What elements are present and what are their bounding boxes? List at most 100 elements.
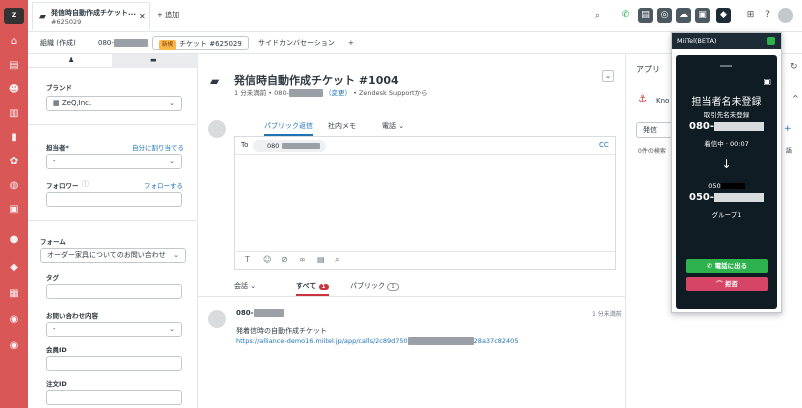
app-icon[interactable]: ▦ bbox=[8, 288, 20, 300]
org-crumb[interactable]: 組織 (作成) bbox=[34, 36, 82, 50]
app-icon[interactable]: ◎ bbox=[657, 8, 672, 23]
binoculars-icon[interactable]: ◍ bbox=[8, 180, 20, 192]
views-icon[interactable]: ▤ bbox=[8, 60, 20, 72]
follow-link[interactable]: フォローする bbox=[144, 180, 183, 190]
language-select[interactable]: 語 bbox=[786, 146, 792, 155]
app-icon[interactable]: ● bbox=[8, 234, 20, 246]
recipient-pill[interactable]: 080 bbox=[253, 140, 327, 152]
form-label: フォーム bbox=[40, 238, 66, 246]
organizations-icon[interactable]: ▥ bbox=[8, 108, 20, 120]
products-grid-icon[interactable]: ⊞ bbox=[743, 8, 758, 23]
tags-label: タグ bbox=[46, 274, 59, 282]
reply-composer[interactable]: To 080 CC T ☺ ⊘ ∞ ▤ ⌕ bbox=[234, 136, 616, 270]
tab-ticket[interactable]: ▬ bbox=[112, 54, 198, 68]
tab-phone[interactable]: 電話 ⌄ bbox=[382, 121, 404, 131]
macro-icon[interactable]: ▤ bbox=[317, 255, 325, 264]
user-icon[interactable]: ♟ bbox=[68, 56, 74, 64]
caller-company: 取引先名未登録 bbox=[703, 111, 750, 119]
inquiry-select[interactable]: - ⌄ bbox=[46, 322, 182, 337]
app-icon[interactable]: ▣ bbox=[8, 204, 20, 216]
drag-handle[interactable] bbox=[720, 65, 732, 67]
cc-link[interactable]: CC bbox=[599, 141, 609, 149]
inquiry-label: お問い合わせ内容 bbox=[46, 312, 98, 320]
tab-title: 発信時自動作成チケット... bbox=[51, 9, 136, 17]
brand-select[interactable]: ▦ ZeQ,Inc. ⌄ bbox=[46, 96, 182, 111]
search-icon[interactable]: ⌕ bbox=[335, 255, 339, 265]
change-requester-link[interactable]: （変更） bbox=[325, 89, 351, 97]
reports-icon[interactable]: ▮ bbox=[8, 132, 20, 144]
divider bbox=[28, 220, 198, 221]
app-icon[interactable]: ◉ bbox=[8, 314, 20, 326]
member-id-field[interactable] bbox=[46, 356, 182, 371]
order-id-field[interactable] bbox=[46, 390, 182, 405]
tab-subtitle: #625029 bbox=[51, 18, 82, 26]
call-status: 着信中 · 00:07 bbox=[704, 140, 749, 148]
ticket-properties-panel: ♟ ▬ ブランド ▦ ZeQ,Inc. ⌄ 担当者* 自分に割り当てる - ⌄ … bbox=[28, 54, 198, 408]
call-button[interactable]: 発信 bbox=[636, 122, 676, 138]
divider bbox=[28, 124, 198, 125]
app-icon[interactable]: ☁ bbox=[676, 8, 691, 23]
link-icon[interactable]: ∞ bbox=[299, 255, 306, 264]
form-select[interactable]: オーダー家具についてのお問い合わせ ⌄ bbox=[40, 248, 186, 263]
zendesk-logo[interactable]: Z bbox=[4, 8, 24, 24]
app-icon[interactable]: ▣ bbox=[695, 8, 710, 23]
tab-public-reply[interactable]: パブリック返信 bbox=[264, 121, 313, 136]
member-id-label: 会員ID bbox=[46, 346, 67, 354]
avatar[interactable] bbox=[778, 8, 793, 23]
miitel-app-icon[interactable]: ◆ bbox=[716, 8, 731, 23]
miitel-phone-panel: ▣ 担当者名未登録 取引先名未登録 080- 着信中 · 00:07 ↓ 050… bbox=[676, 55, 777, 309]
requester-crumb[interactable]: 080- bbox=[92, 36, 154, 50]
emoji-icon[interactable]: ☺ bbox=[263, 255, 271, 264]
chevron-up-icon[interactable]: ^ bbox=[792, 94, 799, 103]
chevron-down-icon: ⌄ bbox=[169, 99, 175, 107]
assignee-select[interactable]: - ⌄ bbox=[46, 154, 182, 169]
customers-icon[interactable]: ☻ bbox=[8, 84, 20, 96]
phone-icon: ✆ bbox=[706, 262, 715, 270]
ticket-options-button[interactable]: ⌄ bbox=[602, 70, 614, 82]
ticket-icon: ▬ bbox=[150, 56, 157, 64]
knowledge-app-label[interactable]: Kno bbox=[656, 97, 669, 105]
admin-gear-icon[interactable]: ✿ bbox=[8, 156, 20, 168]
tab-internal-note[interactable]: 社内メモ bbox=[328, 121, 356, 131]
app-icon[interactable]: ▤ bbox=[638, 8, 653, 23]
conversation-filter[interactable]: 会話 ⌄ bbox=[234, 281, 256, 291]
add-side-conversation-button[interactable]: + bbox=[342, 36, 360, 50]
ticket-title[interactable]: 発信時自動作成チケット #1004 bbox=[234, 72, 399, 88]
status-badge: 新規 bbox=[159, 40, 177, 50]
top-tab-bar: ▰ 発信時自動作成チケット... #625029 ✕ + 追加 ⌕ ✆ ▤ ◎ … bbox=[28, 0, 802, 32]
side-conversation-tab[interactable]: サイドカンバセーション bbox=[252, 36, 341, 50]
app-icon[interactable]: ◉ bbox=[8, 340, 20, 352]
hangup-icon: ⌒ bbox=[716, 280, 725, 288]
ticket-tab[interactable]: ▰ 発信時自動作成チケット... #625029 ✕ bbox=[32, 2, 150, 30]
tags-field[interactable] bbox=[46, 284, 182, 299]
text-format-icon[interactable]: T bbox=[245, 255, 250, 264]
close-icon[interactable]: ✕ bbox=[139, 12, 146, 21]
chevron-down-icon: ⌄ bbox=[169, 325, 175, 333]
attachment-icon[interactable]: ⊘ bbox=[281, 255, 288, 264]
ticket-icon: ▰ bbox=[39, 12, 46, 22]
phone-icon[interactable]: ✆ bbox=[618, 8, 633, 23]
miitel-status-icon[interactable] bbox=[767, 37, 775, 45]
divider bbox=[198, 296, 626, 297]
comment-link[interactable]: https://alliance-demo16.miitel.jp/app/ca… bbox=[236, 337, 518, 345]
expand-icon[interactable]: ▣ bbox=[763, 77, 771, 86]
add-tab-button[interactable]: + 追加 bbox=[157, 10, 179, 20]
add-icon[interactable]: + bbox=[784, 124, 792, 134]
ticket-crumb[interactable]: 新規 チケット #625029 bbox=[152, 36, 249, 50]
composer-toolbar: T ☺ ⊘ ∞ ▤ ⌕ bbox=[235, 251, 615, 269]
arrow-down-icon: ↓ bbox=[721, 157, 732, 171]
search-icon[interactable]: ⌕ bbox=[590, 8, 605, 23]
tab-public[interactable]: パブリック 1 bbox=[350, 281, 399, 291]
assignee-label: 担当者* bbox=[46, 144, 69, 152]
follower-field[interactable] bbox=[46, 192, 182, 207]
help-icon[interactable]: ? bbox=[760, 8, 775, 23]
home-icon[interactable]: ⌂ bbox=[8, 36, 20, 48]
decline-button[interactable]: ⌒ 拒否 bbox=[686, 277, 768, 291]
refresh-icon[interactable]: ↻ bbox=[790, 62, 798, 72]
tab-all[interactable]: すべて 1 bbox=[296, 281, 329, 296]
info-icon[interactable]: ⓘ bbox=[82, 179, 89, 189]
assign-me-link[interactable]: 自分に割り当てる bbox=[132, 142, 184, 152]
app-icon[interactable]: ◆ bbox=[8, 262, 20, 274]
answer-button[interactable]: ✆ 電話に出る bbox=[686, 259, 768, 273]
apps-title: アプリ bbox=[636, 65, 660, 74]
